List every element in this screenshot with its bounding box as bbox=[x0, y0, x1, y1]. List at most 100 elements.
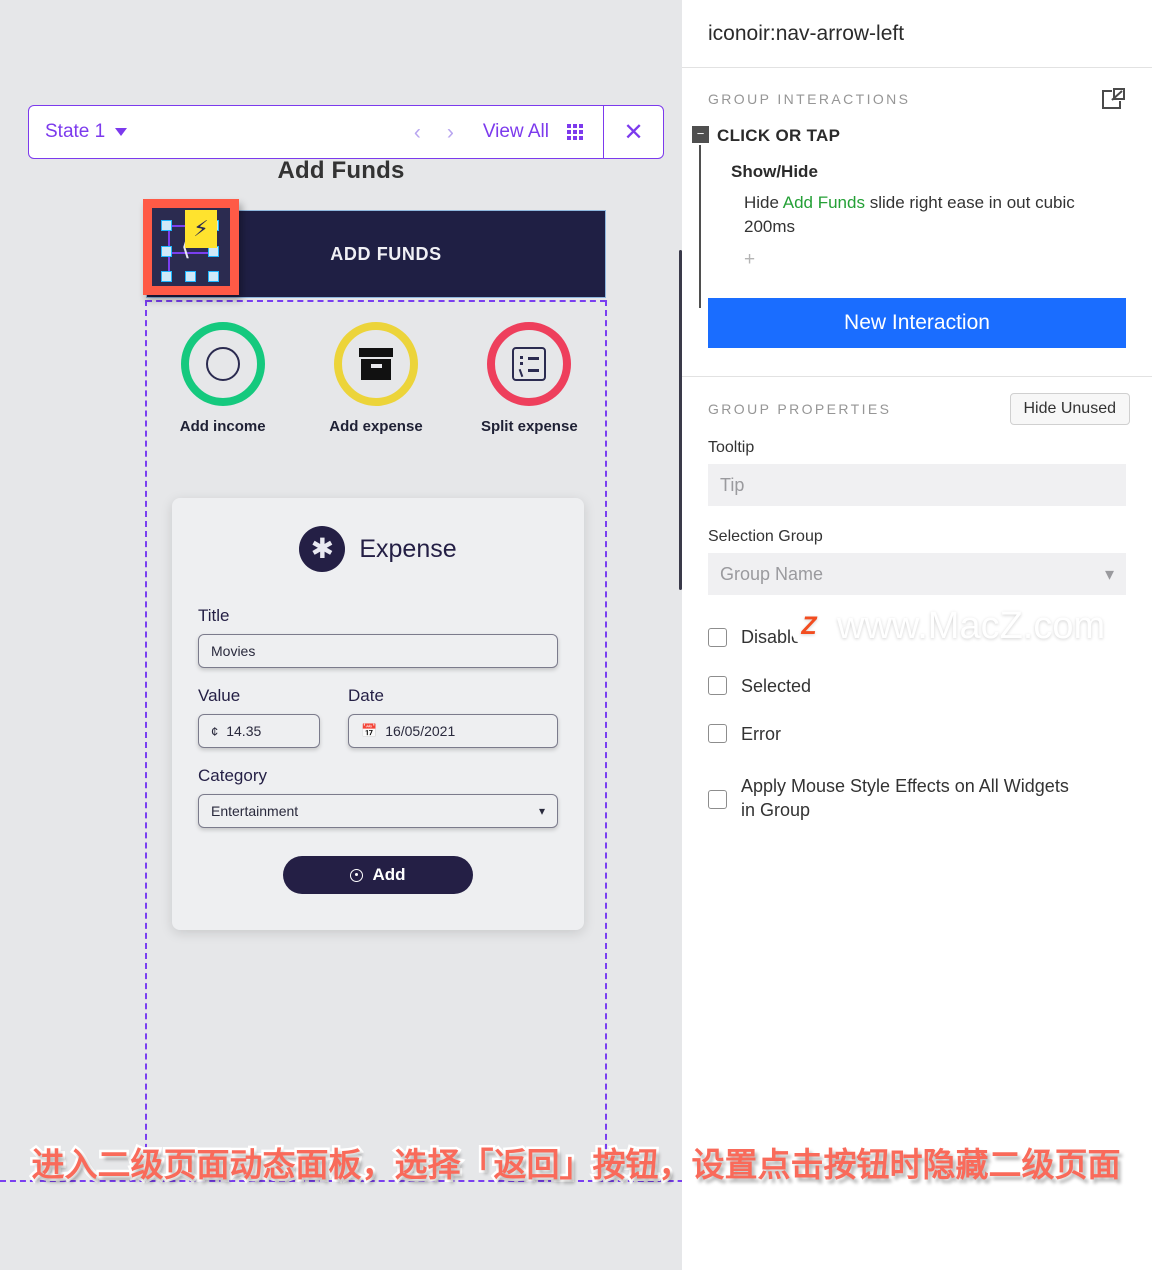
state-label: State 1 bbox=[45, 121, 106, 142]
action-label: Split expense bbox=[480, 418, 578, 435]
selection-group-property: Selection Group Group Name ▾ bbox=[682, 528, 1152, 596]
action-ring bbox=[333, 322, 418, 406]
receipt-icon bbox=[512, 347, 547, 381]
checkbox-label: Disabled bbox=[741, 627, 812, 648]
chevron-down-icon: ▾ bbox=[1104, 563, 1114, 584]
box-icon bbox=[358, 348, 393, 380]
action-split-expense[interactable]: Split expense bbox=[459, 322, 599, 435]
chevron-down-icon: ▾ bbox=[538, 804, 545, 818]
add-funds-header-label: ADD FUNDS bbox=[330, 243, 442, 264]
selection-inner: ⟨ ⚡ bbox=[152, 208, 230, 286]
calendar-icon: 📅 bbox=[361, 723, 378, 738]
selection-handle[interactable] bbox=[161, 220, 172, 231]
chevron-left-icon[interactable]: ‹ bbox=[405, 122, 430, 143]
add-button[interactable]: Add bbox=[283, 856, 473, 894]
tooltip-input[interactable]: Tip bbox=[708, 464, 1126, 507]
title-label: Title bbox=[198, 606, 230, 625]
action-prefix: Hide bbox=[744, 193, 783, 212]
tooltip-property: Tooltip Tip bbox=[682, 439, 1152, 507]
checkbox-label: Apply Mouse Style Effects on All Widgets… bbox=[741, 776, 1069, 821]
category-select[interactable]: Entertainment ▾ bbox=[198, 794, 558, 828]
date-label: Date bbox=[348, 686, 384, 705]
lightning-bolt-icon[interactable]: ⚡ bbox=[185, 210, 217, 248]
collapse-toggle[interactable]: − bbox=[692, 126, 709, 143]
chevron-right-icon[interactable]: › bbox=[438, 122, 463, 143]
asterisk-icon: ✱ bbox=[299, 526, 346, 572]
action-ring bbox=[180, 322, 265, 406]
panel-title: iconoir:nav-arrow-left bbox=[708, 22, 905, 45]
checkbox-apply-mouse-style[interactable] bbox=[708, 790, 727, 810]
interaction-trigger[interactable]: CLICK OR TAP bbox=[717, 126, 1152, 146]
category-value: Entertainment bbox=[211, 803, 299, 819]
expense-form-card: ✱ Expense Title Movies Value ¢ 14.35 Dat… bbox=[172, 498, 584, 930]
action-label: Add expense bbox=[329, 418, 423, 435]
chevron-down-icon[interactable] bbox=[115, 128, 128, 136]
checkbox-row-apply-mouse-style[interactable]: Apply Mouse Style Effects on All Widgets… bbox=[682, 774, 1152, 823]
category-label: Category bbox=[198, 766, 267, 785]
grid-icon[interactable] bbox=[567, 124, 583, 140]
checkbox-row-selected[interactable]: Selected bbox=[682, 674, 1152, 698]
tooltip-label: Tooltip bbox=[708, 439, 755, 457]
action-label: Add income bbox=[179, 418, 266, 435]
value-date-row: Value ¢ 14.35 Date 📅 16/05/2021 bbox=[198, 686, 558, 748]
interaction-action: Show/Hide Hide Add Funds slide right eas… bbox=[731, 162, 1152, 271]
checkbox-label: Error bbox=[741, 723, 781, 744]
selected-back-button[interactable]: ⟨ ⚡ bbox=[143, 199, 239, 295]
selection-handle[interactable] bbox=[161, 271, 172, 282]
expense-card-title: Expense bbox=[359, 534, 457, 563]
checkbox-label: Selected bbox=[741, 675, 812, 696]
page-title: Add Funds bbox=[277, 157, 405, 184]
date-field-group: Date 📅 16/05/2021 bbox=[348, 686, 558, 748]
properties-panel: iconoir:nav-arrow-left GROUP INTERACTION… bbox=[682, 0, 1152, 1270]
selection-handle[interactable] bbox=[185, 271, 196, 282]
value-label: Value bbox=[198, 686, 241, 705]
title-value: Movies bbox=[211, 643, 256, 659]
design-canvas[interactable]: State 1 ‹ › View All ✕ Add Funds ADD FUN… bbox=[0, 0, 682, 1270]
selection-handle[interactable] bbox=[161, 246, 172, 257]
group-properties-header: GROUP PROPERTIES Hide Unused bbox=[682, 377, 1152, 426]
checkbox-error[interactable] bbox=[708, 724, 727, 744]
group-interactions-title: GROUP INTERACTIONS bbox=[708, 91, 911, 107]
date-value: 16/05/2021 bbox=[385, 723, 456, 739]
view-all-label[interactable]: View All bbox=[483, 121, 549, 143]
value-field-group: Value ¢ 14.35 bbox=[198, 686, 320, 748]
selection-group-label: Selection Group bbox=[708, 528, 823, 546]
checkbox-row-disabled[interactable]: Disabled bbox=[682, 625, 1152, 649]
selection-group-select[interactable]: Group Name ▾ bbox=[708, 553, 1126, 596]
selection-group-placeholder: Group Name bbox=[720, 563, 824, 584]
annotation-caption: 进入二级页面动态面板，选择「返回」按钮，设置点击按钮时隐藏二级页面 bbox=[29, 1143, 1123, 1187]
currency-icon: ¢ bbox=[211, 723, 219, 739]
action-add-expense[interactable]: Add expense bbox=[306, 322, 446, 435]
tooltip-placeholder: Tip bbox=[720, 474, 745, 495]
action-add-income[interactable]: Add income bbox=[153, 322, 293, 435]
plus-circle-icon bbox=[350, 868, 364, 882]
date-input[interactable]: 📅 16/05/2021 bbox=[348, 714, 558, 748]
action-kind[interactable]: Show/Hide bbox=[731, 162, 1152, 182]
new-interaction-button[interactable]: New Interaction bbox=[708, 298, 1126, 349]
expense-card-header: ✱ Expense bbox=[198, 526, 558, 572]
hide-unused-button[interactable]: Hide Unused bbox=[1009, 393, 1130, 426]
interaction-tree: − CLICK OR TAP Show/Hide Hide Add Funds … bbox=[682, 126, 1152, 308]
checkbox-disabled[interactable] bbox=[708, 627, 727, 647]
checkbox-row-error[interactable]: Error bbox=[682, 722, 1152, 746]
category-field-group: Category Entertainment ▾ bbox=[198, 766, 558, 828]
quick-actions-row: Add income Add expense Split expense bbox=[146, 322, 606, 435]
tree-vertical-line bbox=[699, 145, 701, 308]
title-input[interactable]: Movies bbox=[198, 634, 558, 668]
value-input[interactable]: ¢ 14.35 bbox=[198, 714, 320, 748]
state-selector[interactable]: State 1 ‹ › View All bbox=[29, 106, 603, 158]
action-target: Add Funds bbox=[782, 193, 865, 212]
open-external-icon[interactable] bbox=[1100, 86, 1126, 112]
dynamic-panel-state-toolbar: State 1 ‹ › View All ✕ bbox=[28, 105, 664, 159]
value-value: 14.35 bbox=[226, 723, 262, 739]
circle-outline-icon bbox=[205, 347, 240, 381]
checkbox-selected[interactable] bbox=[708, 676, 727, 696]
title-field-group: Title Movies bbox=[198, 606, 558, 668]
close-icon[interactable]: ✕ bbox=[603, 106, 663, 158]
add-button-label: Add bbox=[372, 865, 406, 884]
selection-handle[interactable] bbox=[208, 271, 219, 282]
action-description[interactable]: Hide Add Funds slide right ease in out c… bbox=[744, 191, 1114, 239]
action-ring bbox=[487, 322, 572, 406]
app-mockup: ADD FUNDS ⟨ ⚡ bbox=[143, 199, 606, 930]
add-action-button[interactable]: + bbox=[744, 249, 1152, 271]
